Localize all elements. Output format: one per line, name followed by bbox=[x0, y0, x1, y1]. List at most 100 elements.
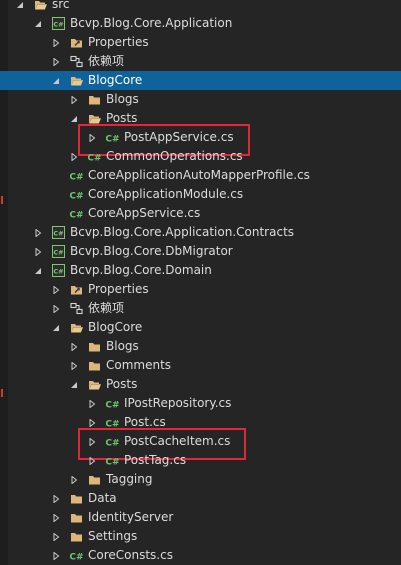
collapsed-arrow-icon[interactable] bbox=[87, 413, 97, 432]
folder-icon bbox=[88, 359, 101, 372]
collapsed-arrow-icon[interactable] bbox=[51, 52, 61, 71]
collapsed-arrow-icon[interactable] bbox=[51, 33, 61, 52]
collapsed-arrow-icon[interactable] bbox=[51, 489, 61, 508]
folder-open-icon bbox=[70, 321, 83, 334]
expanded-arrow-icon[interactable] bbox=[51, 71, 61, 90]
tree-item[interactable]: BlogCore bbox=[0, 71, 401, 90]
tree-item[interactable]: Posts bbox=[0, 109, 401, 128]
tree-item[interactable]: src bbox=[0, 0, 401, 14]
dependencies-icon bbox=[70, 302, 83, 315]
tree-item[interactable]: 依赖项 bbox=[0, 52, 401, 71]
expanded-arrow-icon[interactable] bbox=[69, 109, 79, 128]
collapsed-arrow-icon[interactable] bbox=[69, 147, 79, 166]
tree-item[interactable]: BlogCore bbox=[0, 318, 401, 337]
tree-item-label: Blogs bbox=[106, 92, 139, 106]
tree-item-label: IPostRepository.cs bbox=[124, 396, 232, 410]
csharp-file-icon: C# bbox=[69, 207, 83, 221]
solution-explorer-tree: src C# Bcvp.Blog.Core.Application Propertie… bbox=[0, 0, 401, 565]
tree-item[interactable]: Blogs bbox=[0, 337, 401, 356]
collapsed-arrow-icon[interactable] bbox=[87, 128, 97, 147]
folder-icon bbox=[70, 492, 83, 505]
tree-item-label: CoreApplicationModule.cs bbox=[88, 187, 244, 201]
csharp-project-icon: C# bbox=[52, 264, 65, 277]
tree-item-label: src bbox=[52, 0, 70, 11]
tree-item[interactable]: Properties bbox=[0, 280, 401, 299]
csharp-file-icon: C# bbox=[87, 150, 101, 164]
tree-item[interactable]: Tagging bbox=[0, 470, 401, 489]
csharp-file-icon: C# bbox=[105, 416, 119, 430]
collapsed-arrow-icon[interactable] bbox=[51, 299, 61, 318]
tree-item[interactable]: Blogs bbox=[0, 90, 401, 109]
svg-text:C#: C# bbox=[53, 249, 63, 257]
tree-item[interactable]: Comments bbox=[0, 356, 401, 375]
collapsed-arrow-icon[interactable] bbox=[51, 546, 61, 565]
tree-item-label: Bcvp.Blog.Core.Application.Contracts bbox=[70, 225, 295, 239]
svg-text:C#: C# bbox=[106, 458, 119, 468]
folder-open-icon bbox=[88, 112, 101, 125]
collapsed-arrow-icon[interactable] bbox=[69, 90, 79, 109]
tree-item[interactable]: C# CoreConsts.cs bbox=[0, 546, 401, 565]
collapsed-arrow-icon[interactable] bbox=[87, 451, 97, 470]
svg-text:C#: C# bbox=[88, 154, 101, 164]
tree-item-label: Blogs bbox=[106, 339, 139, 353]
expanded-arrow-icon[interactable] bbox=[51, 318, 61, 337]
tree-item-label: IdentityServer bbox=[88, 510, 174, 524]
tree-item-label: Posts bbox=[106, 377, 138, 391]
tree-item[interactable]: Properties bbox=[0, 33, 401, 52]
tree-item[interactable]: Posts bbox=[0, 375, 401, 394]
csharp-file-icon: C# bbox=[69, 188, 83, 202]
tree-item[interactable]: C# PostAppService.cs bbox=[0, 124, 401, 156]
tree-item[interactable]: C# Bcvp.Blog.Core.Application bbox=[0, 14, 401, 33]
tree-item-label: BlogCore bbox=[88, 320, 143, 334]
collapsed-arrow-icon[interactable] bbox=[33, 242, 43, 261]
tree-item[interactable]: Data bbox=[0, 489, 401, 508]
tree-item-label: PostAppService.cs bbox=[124, 130, 234, 144]
tree-item-label: Posts bbox=[106, 111, 138, 125]
folder-icon bbox=[88, 473, 101, 486]
collapsed-arrow-icon[interactable] bbox=[51, 280, 61, 299]
properties-folder-icon bbox=[70, 283, 83, 296]
tree-item[interactable]: IdentityServer bbox=[0, 508, 401, 527]
tree-item-label: PostCacheItem.cs bbox=[124, 434, 231, 448]
tree-item[interactable]: C# PostTag.cs bbox=[0, 451, 401, 470]
tree-item[interactable]: C# CoreApplicationAutoMapperProfile.cs bbox=[0, 166, 401, 185]
svg-text:C#: C# bbox=[70, 553, 83, 563]
tree-item[interactable]: C# Post.cs bbox=[0, 413, 401, 432]
collapsed-arrow-icon[interactable] bbox=[51, 508, 61, 527]
tree-item[interactable]: C# CoreApplicationModule.cs bbox=[0, 185, 401, 204]
tree-item[interactable]: C# CoreAppService.cs bbox=[0, 204, 401, 223]
collapsed-arrow-icon[interactable] bbox=[33, 223, 43, 242]
expanded-arrow-icon[interactable] bbox=[33, 261, 43, 280]
tree-item[interactable]: C# CommonOperations.cs bbox=[0, 147, 401, 166]
tree-item[interactable]: C# Bcvp.Blog.Core.DbMigrator bbox=[0, 242, 401, 261]
tree-item[interactable]: C# Bcvp.Blog.Core.Application.Contracts bbox=[0, 223, 401, 242]
expanded-arrow-icon[interactable] bbox=[33, 14, 43, 33]
expanded-arrow-icon[interactable] bbox=[69, 375, 79, 394]
expanded-arrow-icon[interactable] bbox=[15, 0, 25, 14]
tree-item-label: BlogCore bbox=[88, 73, 143, 87]
collapsed-arrow-icon[interactable] bbox=[69, 470, 79, 489]
csharp-file-icon: C# bbox=[105, 131, 119, 145]
csharp-file-icon: C# bbox=[105, 454, 119, 468]
collapsed-arrow-icon[interactable] bbox=[87, 394, 97, 413]
collapsed-arrow-icon[interactable] bbox=[51, 527, 61, 546]
svg-text:C#: C# bbox=[106, 439, 119, 449]
svg-text:C#: C# bbox=[53, 268, 63, 276]
tree-item[interactable]: C# IPostRepository.cs bbox=[0, 394, 401, 413]
svg-text:C#: C# bbox=[53, 230, 63, 238]
svg-text:C#: C# bbox=[106, 401, 119, 411]
tree-item-label: CoreAppService.cs bbox=[88, 206, 201, 220]
dependencies-icon bbox=[70, 55, 83, 68]
tree-item[interactable]: C# Bcvp.Blog.Core.Domain bbox=[0, 261, 401, 280]
tree-item-label: Post.cs bbox=[124, 415, 166, 429]
collapsed-arrow-icon[interactable] bbox=[69, 356, 79, 375]
csharp-project-icon: C# bbox=[52, 226, 65, 239]
tree-item[interactable]: Settings bbox=[0, 527, 401, 546]
folder-open-icon bbox=[34, 0, 47, 11]
collapsed-arrow-icon[interactable] bbox=[69, 337, 79, 356]
collapsed-arrow-icon[interactable] bbox=[87, 432, 97, 451]
tree-item[interactable]: 依赖项 bbox=[0, 299, 401, 318]
properties-folder-icon bbox=[70, 36, 83, 49]
folder-open-icon bbox=[88, 378, 101, 391]
tree-item[interactable]: C# PostCacheItem.cs bbox=[0, 428, 401, 460]
